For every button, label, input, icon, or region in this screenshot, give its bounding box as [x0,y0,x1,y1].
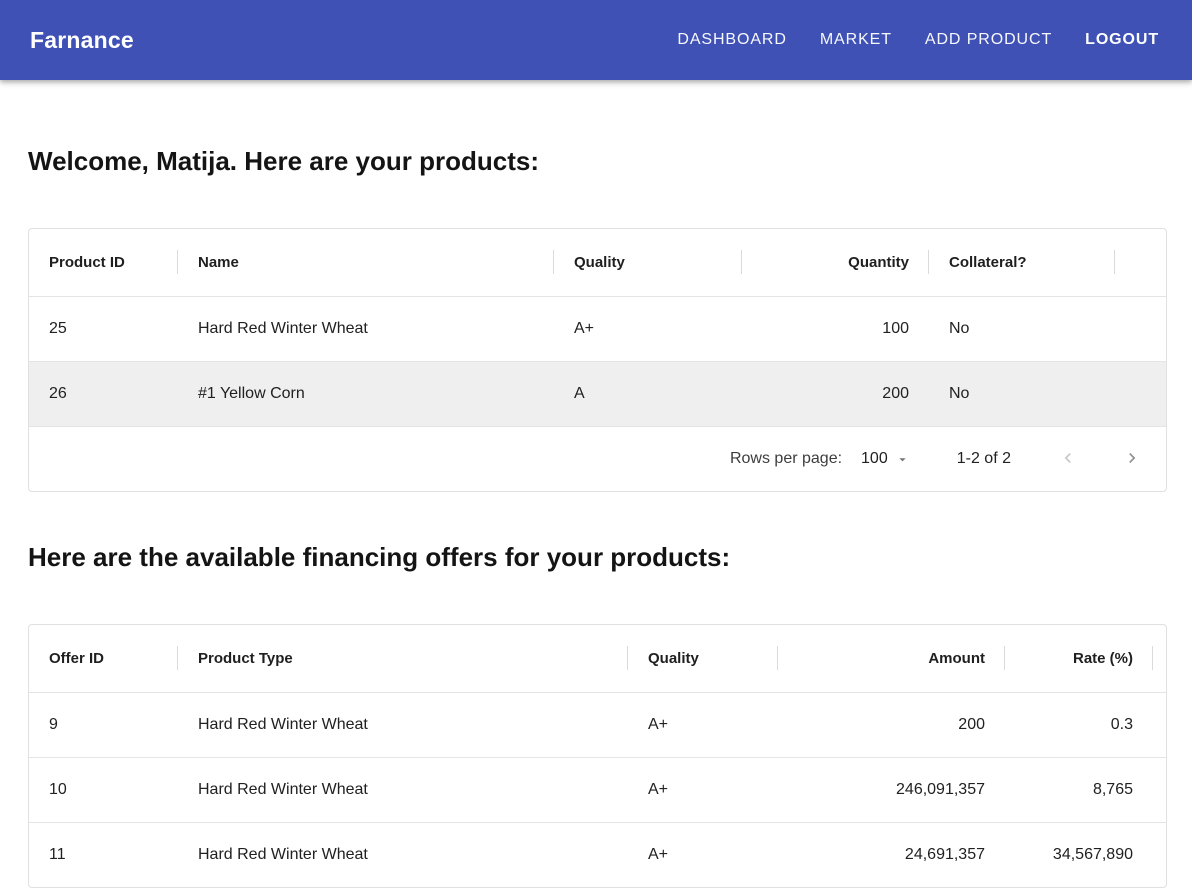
column-header-product-type: Product Type [178,625,628,692]
column-header-collateral: Collateral? [929,229,1115,296]
nav-link-add-product[interactable]: ADD PRODUCT [925,31,1052,49]
cell-product-type: Hard Red Winter Wheat [178,757,628,822]
cell-rate: 8,765 [1005,757,1153,822]
caret-down-icon [895,452,910,467]
rows-per-page-value: 100 [861,450,888,468]
column-header-product-id: Product ID [29,229,178,296]
table-row-offer-10[interactable]: 10 Hard Red Winter Wheat A+ 246,091,357 … [29,757,1166,822]
cell-offer-id: 11 [29,822,178,887]
cell-amount: 246,091,357 [778,757,1005,822]
cell-offer-id: 10 [29,757,178,822]
cell-product-id: 25 [29,296,178,361]
column-header-spacer [1115,229,1166,296]
column-header-name: Name [178,229,554,296]
cell-amount: 200 [778,692,1005,757]
products-table-pagination: Rows per page: 100 1-2 of 2 [29,426,1166,491]
cell-product-id: 26 [29,361,178,426]
offers-table: Offer ID Product Type Quality Amount Rat… [29,625,1166,887]
next-page-button[interactable] [1122,448,1142,471]
cell-rate: 34,567,890 [1005,822,1153,887]
column-header-amount: Amount [778,625,1005,692]
products-header-row: Product ID Name Quality Quantity Collate… [29,229,1166,296]
column-header-quantity: Quantity [742,229,929,296]
cell-quality: A+ [628,757,778,822]
table-row-offer-11[interactable]: 11 Hard Red Winter Wheat A+ 24,691,357 3… [29,822,1166,887]
cell-offer-id: 9 [29,692,178,757]
cell-amount: 24,691,357 [778,822,1005,887]
cell-quantity: 100 [742,296,929,361]
nav-link-market[interactable]: MARKET [820,31,892,49]
main-content: Welcome, Matija. Here are your products:… [0,146,1192,888]
cell-quality: A [554,361,742,426]
products-table: Product ID Name Quality Quantity Collate… [29,229,1166,426]
column-header-spacer [1153,625,1166,692]
cell-name: Hard Red Winter Wheat [178,296,554,361]
cell-quality: A+ [628,692,778,757]
top-navbar: Farnance DASHBOARD MARKET ADD PRODUCT LO… [0,0,1192,80]
table-row-product-25[interactable]: 25 Hard Red Winter Wheat A+ 100 No [29,296,1166,361]
column-header-quality: Quality [628,625,778,692]
pagination-range-label: 1-2 of 2 [957,450,1011,468]
chevron-left-icon [1058,448,1078,471]
cell-collateral: No [929,361,1115,426]
rows-per-page-select[interactable]: 100 [861,450,910,468]
column-header-rate: Rate (%) [1005,625,1153,692]
table-row-product-26[interactable]: 26 #1 Yellow Corn A 200 No [29,361,1166,426]
cell-product-type: Hard Red Winter Wheat [178,692,628,757]
cell-rate: 0.3 [1005,692,1153,757]
cell-quality: A+ [554,296,742,361]
cell-quantity: 200 [742,361,929,426]
offers-header-row: Offer ID Product Type Quality Amount Rat… [29,625,1166,692]
column-header-offer-id: Offer ID [29,625,178,692]
nav-link-dashboard[interactable]: DASHBOARD [677,31,786,49]
brand-logo[interactable]: Farnance [30,27,134,54]
offers-table-card: Offer ID Product Type Quality Amount Rat… [28,624,1167,888]
rows-per-page-label: Rows per page: [730,450,842,468]
previous-page-button[interactable] [1058,448,1078,471]
nav-link-logout[interactable]: LOGOUT [1085,31,1159,49]
cell-collateral: No [929,296,1115,361]
cell-product-type: Hard Red Winter Wheat [178,822,628,887]
column-header-quality: Quality [554,229,742,296]
welcome-heading: Welcome, Matija. Here are your products: [28,146,1167,176]
chevron-right-icon [1122,448,1142,471]
navbar-links: DASHBOARD MARKET ADD PRODUCT LOGOUT [677,31,1159,49]
products-table-card: Product ID Name Quality Quantity Collate… [28,228,1167,492]
table-row-offer-9[interactable]: 9 Hard Red Winter Wheat A+ 200 0.3 [29,692,1166,757]
offers-heading: Here are the available financing offers … [28,542,1167,572]
cell-name: #1 Yellow Corn [178,361,554,426]
cell-quality: A+ [628,822,778,887]
